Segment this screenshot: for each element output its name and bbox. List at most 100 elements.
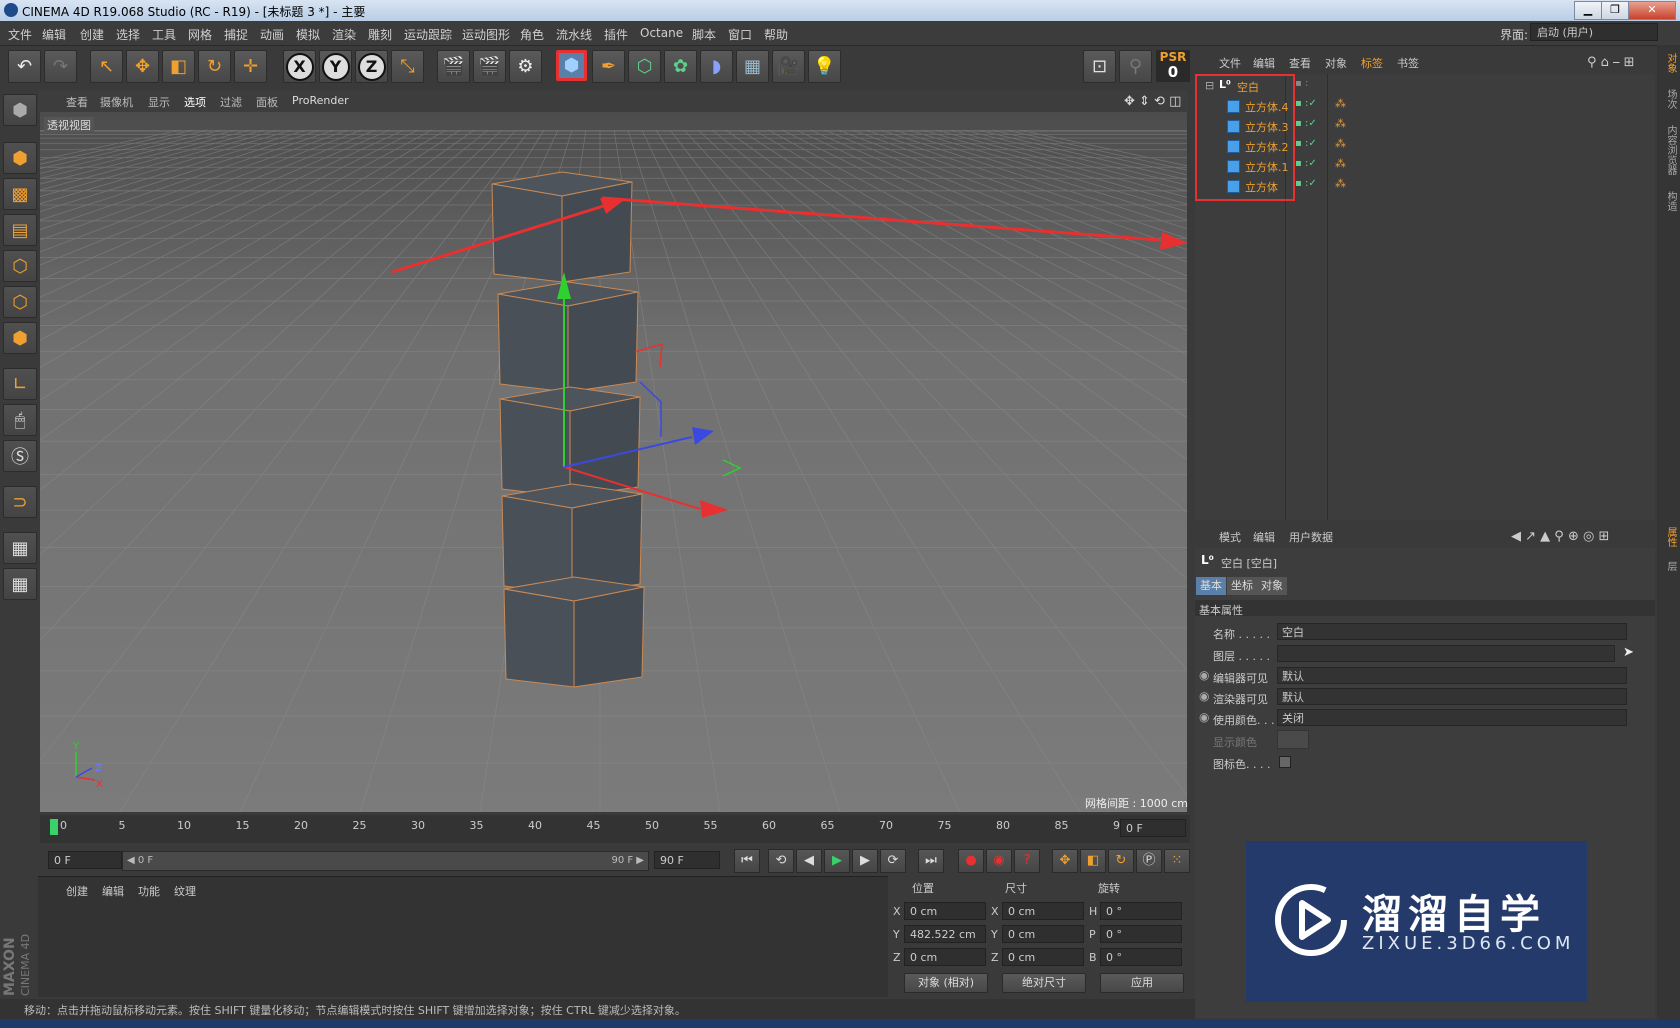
icon-color-checkbox[interactable] <box>1279 756 1291 768</box>
phong-tag-icon[interactable]: ▪ :✓ <box>1295 98 1317 109</box>
side-tab-structure[interactable]: 构造 <box>1659 191 1678 211</box>
rot-b-field[interactable]: 0 ° <box>1100 948 1182 966</box>
render-view-icon[interactable]: 🎬 <box>437 50 470 83</box>
object-name[interactable]: 立方体 <box>1245 179 1278 195</box>
texture-mode-icon[interactable]: ▩ <box>3 178 37 210</box>
make-editable-icon[interactable]: ⬢ <box>3 94 37 126</box>
attr-menu-userdata[interactable]: 用户数据 <box>1289 529 1333 545</box>
go-to-start-icon[interactable]: ⏮ <box>734 849 760 873</box>
polygons-mode-icon[interactable]: ⬢ <box>3 322 37 354</box>
maximize-button[interactable]: ❐ <box>1601 1 1629 20</box>
radio-icon[interactable]: ◉ <box>1199 689 1209 703</box>
menu-window[interactable]: 窗口 <box>728 26 752 43</box>
play-icon[interactable]: ▶ <box>824 849 850 873</box>
playhead[interactable] <box>50 819 58 835</box>
go-to-end-icon[interactable]: ⏭ <box>918 849 944 873</box>
attr-nav-icons[interactable]: ◀ ↗ ▲ ⚲ ⊕ ◎ ⊞ <box>1511 529 1609 544</box>
menu-motion-tracking[interactable]: 运动跟踪 <box>404 26 452 43</box>
name-field[interactable]: 空白 <box>1277 623 1627 640</box>
psr-indicator[interactable]: PSR 0 <box>1156 50 1190 82</box>
object-name[interactable]: 立方体.3 <box>1245 119 1289 135</box>
snap-icon[interactable]: ⚲ <box>1119 50 1152 83</box>
menu-script[interactable]: 脚本 <box>692 26 716 43</box>
key-scale-icon[interactable]: ◧ <box>1080 849 1106 873</box>
menu-mograph[interactable]: 运动图形 <box>462 26 510 43</box>
close-button[interactable]: ✕ <box>1628 1 1676 20</box>
rot-p-field[interactable]: 0 ° <box>1100 925 1182 943</box>
phong-tag-icon[interactable]: ▪ :✓ <box>1295 118 1317 129</box>
previous-frame-icon[interactable]: ◀ <box>796 849 822 873</box>
apply-button[interactable]: 应用 <box>1100 973 1184 993</box>
layer-pick-icon[interactable]: ➤ <box>1623 645 1634 660</box>
next-key-icon[interactable]: ⟳ <box>880 849 906 873</box>
side-tab-takes[interactable]: 场次 <box>1659 89 1678 109</box>
obj-menu-bookmarks[interactable]: 书签 <box>1397 55 1419 71</box>
menu-tools[interactable]: 工具 <box>152 26 176 43</box>
viewport-menu-options[interactable]: 选项 <box>184 94 206 110</box>
timeline-ruler[interactable]: 051015202530354045505560657075808590 0 F <box>40 815 1190 843</box>
expand-icon[interactable]: ⊟ <box>1205 79 1214 92</box>
coordinate-system-icon[interactable]: ⤡ <box>391 50 424 83</box>
pos-y-field[interactable]: 482.522 cm <box>904 925 986 943</box>
visibility-dots-icon[interactable]: ▪ : <box>1295 78 1308 89</box>
pos-z-field[interactable]: 0 cm <box>904 948 986 966</box>
side-tab-objects[interactable]: 对象 <box>1659 53 1678 73</box>
tab-object[interactable]: 对象 <box>1257 577 1287 595</box>
object-row-cube[interactable]: 立方体 <box>1195 176 1655 196</box>
key-pla-icon[interactable]: ⁙ <box>1164 849 1190 873</box>
menu-octane[interactable]: Octane <box>640 26 683 40</box>
obj-menu-tags[interactable]: 标签 <box>1361 55 1383 71</box>
pos-x-field[interactable]: 0 cm <box>904 902 986 920</box>
menu-pipeline[interactable]: 流水线 <box>556 26 592 43</box>
redo-button[interactable]: ↷ <box>44 50 77 83</box>
layer-field[interactable] <box>1277 645 1615 662</box>
viewport-menu-camera[interactable]: 摄像机 <box>100 94 133 110</box>
phong-tag-icon[interactable]: ▪ :✓ <box>1295 158 1317 169</box>
object-row-cube1[interactable]: 立方体.1 <box>1195 156 1655 176</box>
viewport-menu-display[interactable]: 显示 <box>148 94 170 110</box>
key-rotation-icon[interactable]: ↻ <box>1108 849 1134 873</box>
render-picture-viewer-icon[interactable]: 🎬 <box>473 50 506 83</box>
attr-menu-edit[interactable]: 编辑 <box>1253 529 1275 545</box>
phong-tag-icon[interactable]: ⁂ <box>1335 137 1346 150</box>
snap-mode-icon[interactable]: Ⓢ <box>3 440 37 472</box>
phong-tag-icon[interactable]: ⁂ <box>1335 117 1346 130</box>
menu-plugins[interactable]: 插件 <box>604 26 628 43</box>
start-frame-field[interactable]: 0 F <box>48 851 122 869</box>
add-tool-icon[interactable]: ✛ <box>234 50 267 83</box>
material-menu-texture[interactable]: 纹理 <box>174 883 196 899</box>
menu-snap[interactable]: 捕捉 <box>224 26 248 43</box>
x-axis-lock-button[interactable]: X <box>283 50 316 83</box>
side-tab-attributes[interactable]: 属性 <box>1659 527 1678 547</box>
viewport-nav-icons[interactable]: ✥ ⇕ ⟲ ◫ <box>1124 94 1181 109</box>
preview-range-slider[interactable]: ◀ 0 F 90 F ▶ <box>122 851 649 871</box>
lock-workplane-icon[interactable]: ▦ <box>3 532 37 564</box>
viewport-menu-prorender[interactable]: ProRender <box>292 94 349 107</box>
deformer-icon[interactable]: ◗ <box>700 50 733 83</box>
display-color-swatch[interactable] <box>1277 730 1309 749</box>
menu-edit[interactable]: 编辑 <box>42 26 66 43</box>
workplane-mode-icon[interactable]: ▤ <box>3 214 37 246</box>
tab-basic[interactable]: 基本 <box>1196 577 1226 595</box>
interface-select[interactable]: 启动 (用户) <box>1530 23 1658 41</box>
use-color-select[interactable]: 关闭 <box>1277 709 1627 726</box>
menu-sculpt[interactable]: 雕刻 <box>368 26 392 43</box>
menu-mesh[interactable]: 网格 <box>188 26 212 43</box>
size-x-field[interactable]: 0 cm <box>1002 902 1084 920</box>
object-name[interactable]: 立方体.4 <box>1245 99 1289 115</box>
object-manager[interactable]: ⊟ L⁰ 空白 立方体.4 立方体.3 立方体.2 立方体.1 立方体 ▪ : ▪… <box>1195 74 1655 520</box>
axis-mode-icon[interactable]: ∟ <box>3 368 37 400</box>
size-y-field[interactable]: 0 cm <box>1002 925 1084 943</box>
material-menu-function[interactable]: 功能 <box>138 883 160 899</box>
side-tab-content-browser[interactable]: 内容浏览器 <box>1659 125 1678 175</box>
move-tool-icon[interactable]: ✥ <box>126 50 159 83</box>
keyframe-selection-icon[interactable]: ? <box>1014 849 1040 873</box>
render-settings-icon[interactable]: ⚙ <box>509 50 542 83</box>
key-position-icon[interactable]: ✥ <box>1052 849 1078 873</box>
object-name[interactable]: 立方体.1 <box>1245 159 1289 175</box>
menu-create[interactable]: 创建 <box>80 26 104 43</box>
live-selection-icon[interactable]: ↖ <box>90 50 123 83</box>
magnet-icon[interactable]: ⊃ <box>3 486 37 518</box>
autokey-icon[interactable]: ◉ <box>986 849 1012 873</box>
phong-tag-icon[interactable]: ▪ :✓ <box>1295 138 1317 149</box>
